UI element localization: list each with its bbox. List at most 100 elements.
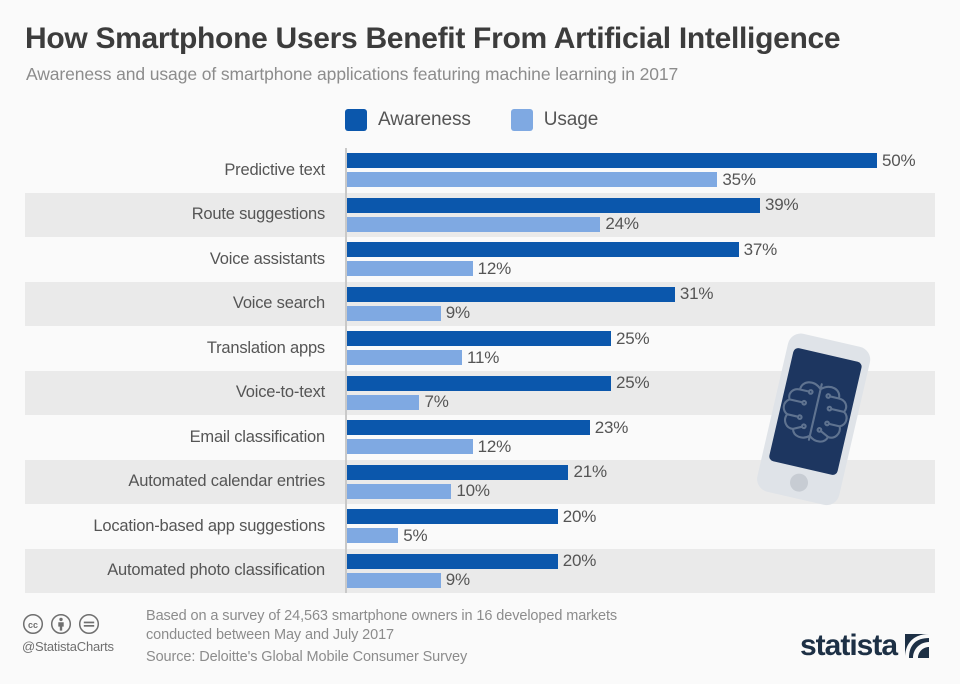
bar-awareness[interactable] — [345, 464, 569, 480]
bar-group-awareness: 25% — [345, 329, 650, 348]
legend-swatch-usage — [510, 109, 533, 131]
bar-value-label: 12% — [477, 436, 512, 456]
chart-row: Translation apps 25% 11% — [0, 326, 960, 371]
row-bars: 20% 5% — [345, 504, 945, 549]
bar-group-usage: 10% — [345, 481, 490, 500]
bar-usage[interactable] — [345, 483, 452, 499]
value-axis-line — [345, 148, 347, 593]
bar-group-usage: 24% — [345, 214, 639, 233]
row-bars: 25% 7% — [345, 371, 945, 416]
bar-awareness[interactable] — [345, 242, 739, 257]
bar-group-usage: 9% — [345, 303, 470, 322]
bar-group-awareness: 23% — [345, 417, 629, 437]
chart-row: Location-based app suggestions 20% 5% — [0, 504, 960, 549]
category-label: Automated calendar entries — [128, 472, 325, 491]
category-label: Email classification — [189, 427, 326, 446]
bar-group-awareness: 39% — [345, 195, 799, 214]
legend-item-usage[interactable]: Usage — [510, 109, 599, 131]
chart-legend: Awareness Usage — [345, 109, 598, 131]
bar-value-label: 20% — [562, 506, 597, 526]
bar-usage[interactable] — [345, 305, 441, 321]
bar-group-awareness: 37% — [345, 239, 778, 259]
row-bars: 23% 12% — [345, 415, 945, 460]
legend-label: Usage — [543, 109, 599, 130]
creative-commons-icon: cc — [22, 613, 44, 635]
category-label: Automated photo classification — [107, 561, 325, 580]
legend-label: Awareness — [378, 109, 471, 130]
bar-awareness[interactable] — [345, 420, 590, 435]
bar-usage[interactable] — [345, 394, 420, 410]
bar-awareness[interactable] — [345, 375, 611, 391]
category-label: Route suggestions — [191, 205, 325, 224]
bar-value-label: 20% — [562, 551, 597, 570]
category-label: Voice-to-text — [235, 383, 325, 402]
svg-text:cc: cc — [28, 620, 38, 630]
bar-awareness[interactable] — [345, 509, 558, 524]
bar-value-label: 39% — [764, 195, 799, 214]
bar-awareness[interactable] — [345, 197, 760, 213]
bar-group-awareness: 31% — [345, 284, 714, 303]
bar-value-label: 9% — [445, 303, 470, 322]
bar-value-label: 25% — [616, 373, 650, 392]
bar-value-label: 5% — [403, 525, 428, 545]
bar-group-usage: 11% — [345, 347, 500, 367]
row-bars: 50% 35% — [345, 148, 945, 193]
bar-value-label: 23% — [594, 417, 629, 437]
legend-item-awareness[interactable]: Awareness — [345, 109, 471, 131]
statista-mark-icon — [905, 634, 930, 658]
chart-row: Email classification 23% 12% — [0, 415, 960, 460]
bar-group-usage: 7% — [345, 392, 449, 411]
bar-value-label: 7% — [424, 392, 449, 411]
bar-group-usage: 9% — [345, 570, 470, 589]
bar-value-label: 37% — [743, 239, 778, 259]
category-label: Predictive text — [224, 160, 325, 179]
bar-group-awareness: 25% — [345, 373, 650, 392]
bar-usage[interactable] — [345, 528, 399, 543]
bar-value-label: 11% — [467, 347, 500, 367]
bar-value-label: 24% — [605, 214, 639, 233]
category-label: Translation apps — [206, 338, 325, 357]
row-bars: 37% 12% — [345, 237, 945, 282]
bar-usage[interactable] — [345, 350, 463, 365]
cc-icon-row: cc — [22, 613, 134, 635]
chart-row: Predictive text 50% 35% — [0, 148, 960, 193]
row-bars: 31% 9% — [345, 282, 945, 327]
page-title: How Smartphone Users Benefit From Artifi… — [25, 22, 841, 55]
chart-row: Voice search 31% 9% — [0, 281, 960, 327]
row-bars: 39% 24% — [345, 193, 945, 238]
bar-group-usage: 35% — [345, 169, 756, 189]
row-bars: 20% 9% — [345, 549, 945, 594]
survey-note: Based on a survey of 24,563 smartphone o… — [146, 608, 618, 644]
bar-usage[interactable] — [345, 172, 718, 187]
category-label: Voice search — [232, 294, 325, 313]
statista-infographic: How Smartphone Users Benefit From Artifi… — [0, 0, 960, 684]
chart-row: Voice-to-text 25% 7% — [0, 370, 960, 416]
bar-group-usage: 12% — [345, 436, 512, 456]
bar-awareness[interactable] — [345, 553, 558, 569]
chart-row: Automated photo classification 20% 9% — [0, 548, 960, 594]
bar-value-label: 31% — [679, 284, 714, 303]
row-bars: 21% 10% — [345, 460, 945, 505]
bar-usage[interactable] — [345, 572, 441, 588]
bar-awareness[interactable] — [345, 153, 877, 168]
bar-value-label: 12% — [477, 258, 512, 278]
chart-plot-area: Predictive text 50% 35% Route suggestions 39… — [0, 148, 960, 593]
bar-awareness[interactable] — [345, 331, 611, 346]
chart-row: Automated calendar entries 21% 10% — [0, 459, 960, 505]
bar-usage[interactable] — [345, 261, 473, 276]
bar-value-label: 10% — [456, 481, 490, 500]
attribution-person-icon — [50, 613, 72, 635]
page-subtitle: Awareness and usage of smartphone applic… — [26, 64, 679, 84]
no-derivatives-equals-icon — [78, 613, 100, 635]
bar-group-usage: 12% — [345, 258, 512, 278]
bar-usage[interactable] — [345, 439, 473, 454]
chart-row: Route suggestions 39% 24% — [0, 192, 960, 238]
bar-awareness[interactable] — [345, 286, 675, 302]
bar-value-label: 21% — [573, 462, 607, 481]
source-note: Source: Deloitte's Global Mobile Consume… — [146, 649, 468, 665]
statista-logo: statista — [800, 629, 932, 663]
bar-value-label: 35% — [722, 169, 756, 189]
bar-group-usage: 5% — [345, 525, 428, 545]
statista-charts-handle: @StatistaCharts — [22, 639, 114, 654]
bar-usage[interactable] — [345, 216, 601, 232]
